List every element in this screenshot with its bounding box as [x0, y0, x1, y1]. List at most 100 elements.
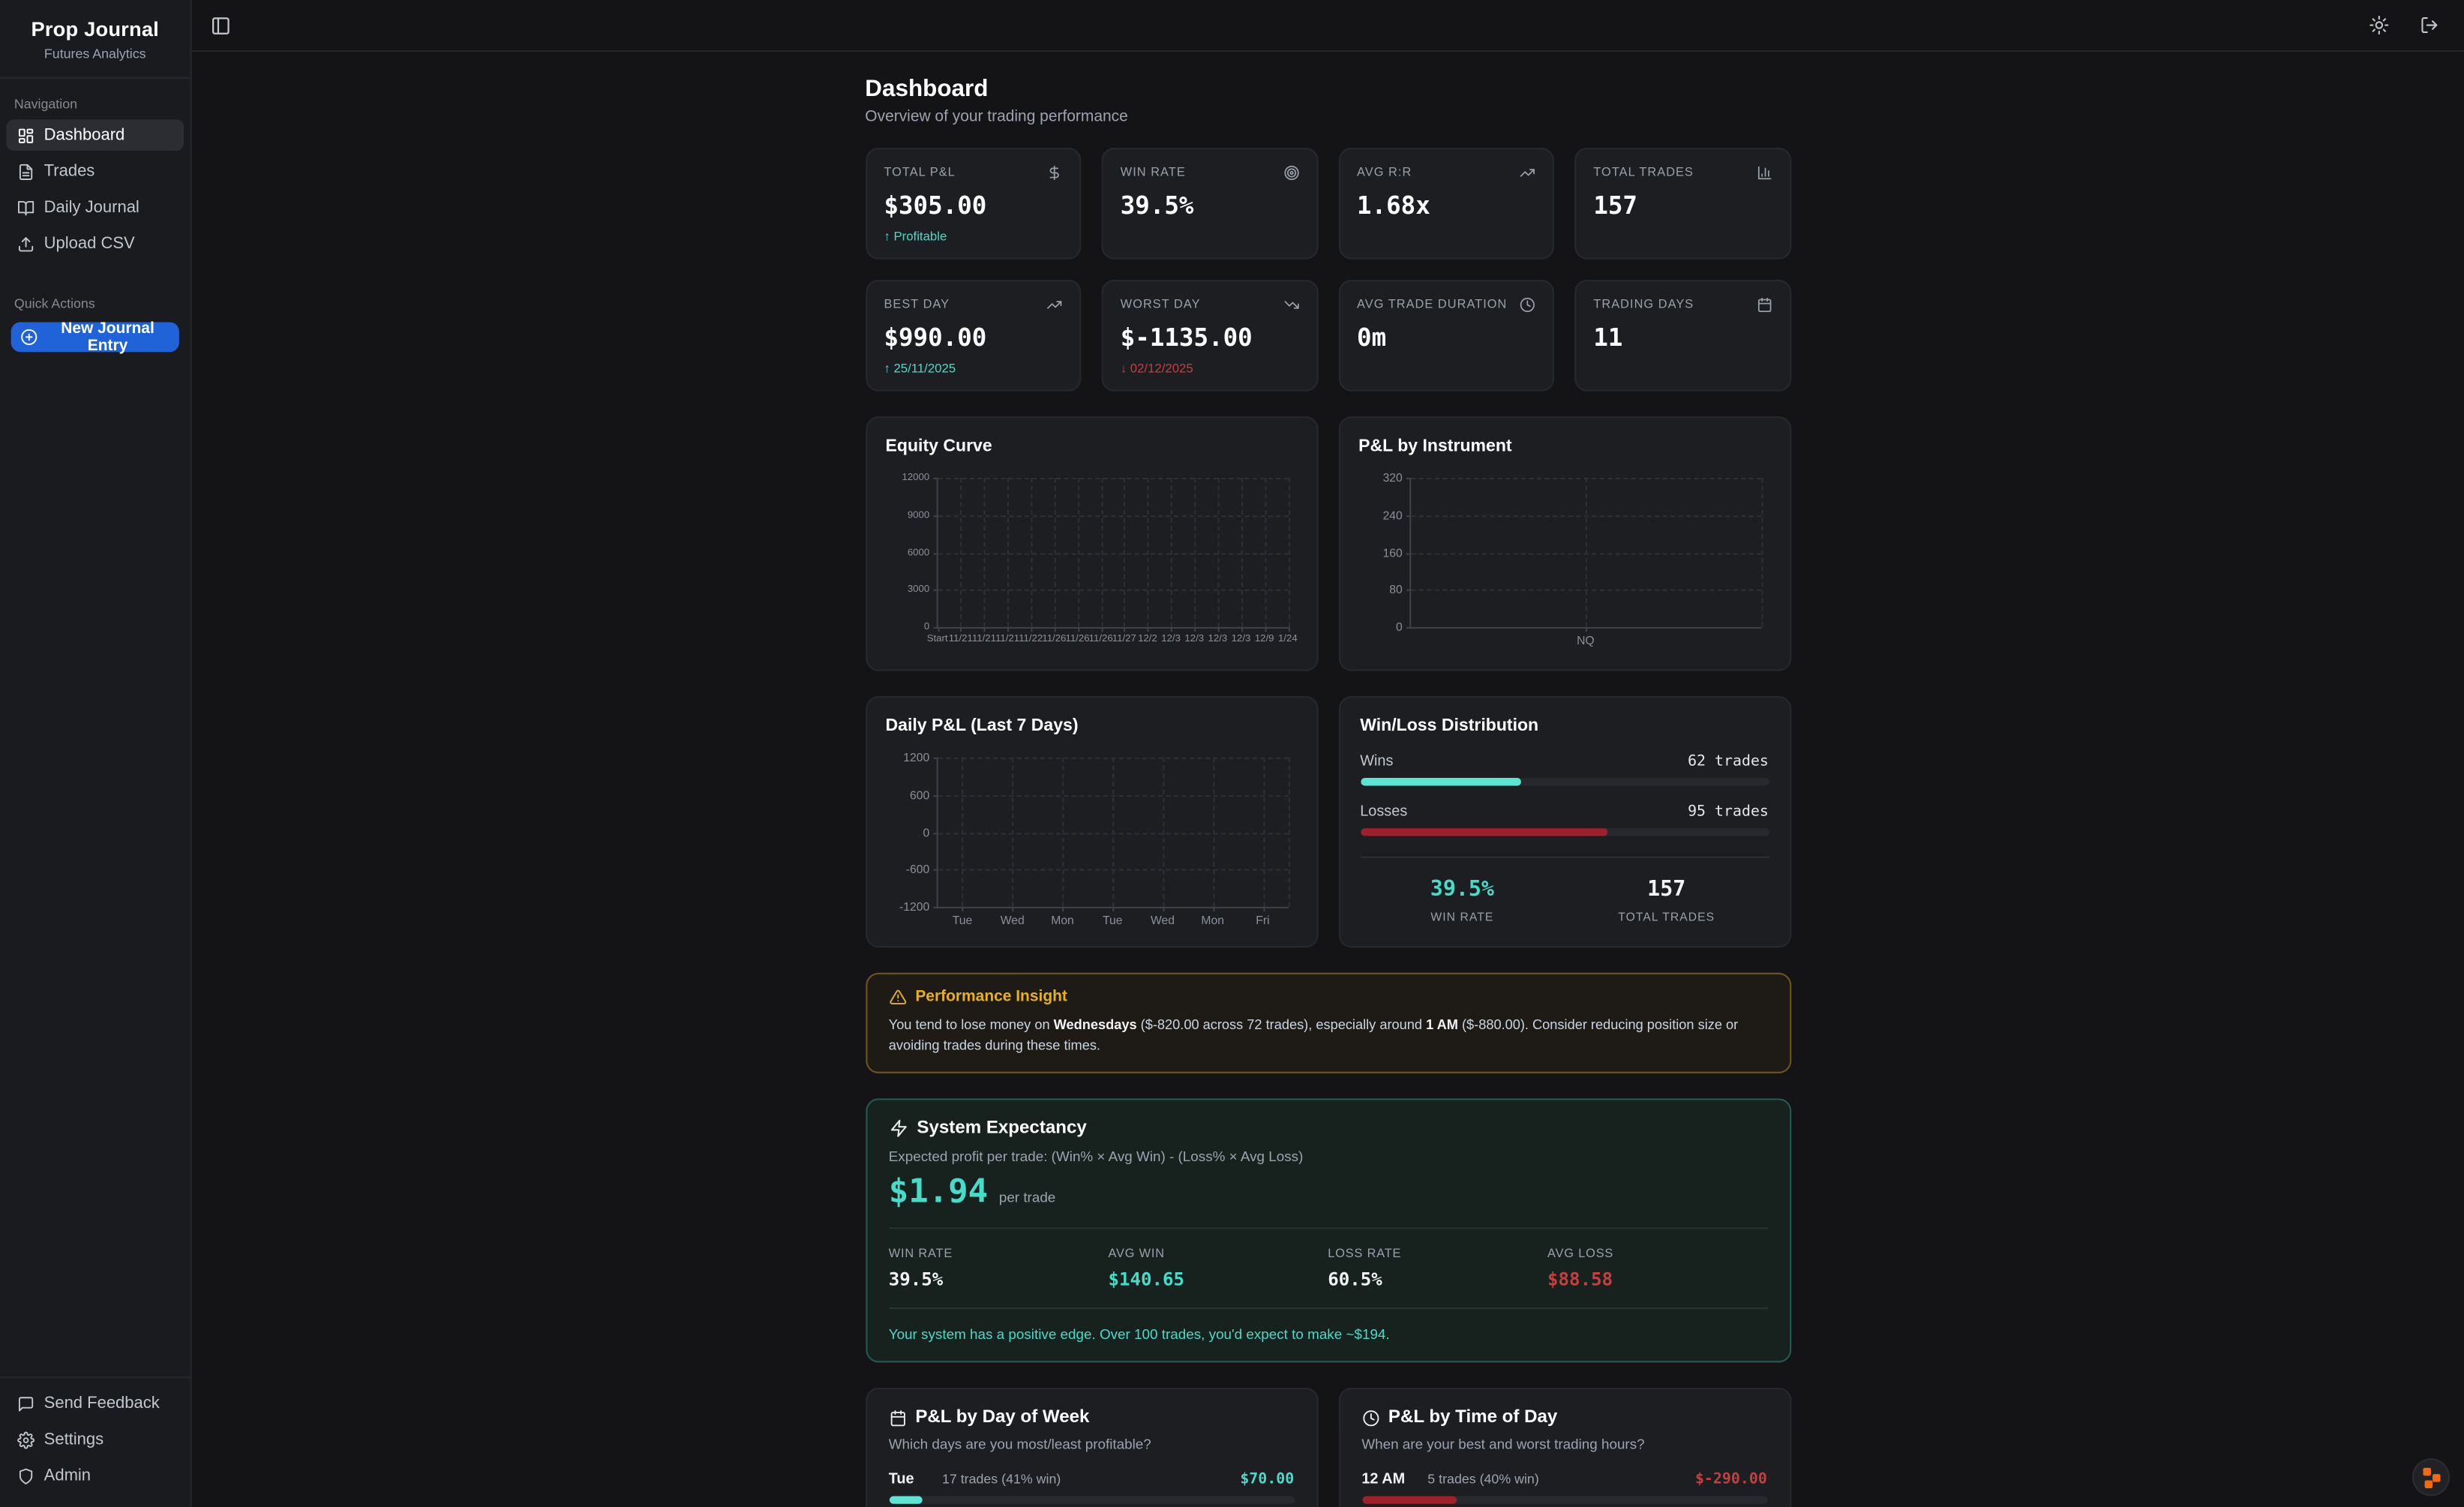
file-text-icon — [17, 163, 35, 180]
win-loss-distribution-card: Win/Loss Distribution Wins 62 trades Los… — [1338, 696, 1790, 947]
progress-bar — [1360, 828, 1769, 836]
stat-value: 157 — [1593, 192, 1772, 221]
app-title: Prop Journal — [13, 17, 178, 41]
quick-actions-label: Quick Actions — [6, 291, 184, 320]
y-tick-label: 3000 — [908, 584, 929, 596]
y-tick-label: 0 — [923, 825, 929, 839]
stat-sub: ↑ 25/11/2025 — [884, 362, 1062, 376]
sidebar-item-settings[interactable]: Settings — [6, 1424, 184, 1455]
x-tick-label: 12/3 — [1184, 633, 1204, 644]
stat-card-avg-trade-duration: AVG TRADE DURATION 0m — [1338, 280, 1554, 392]
win-loss-row-wins: Wins 62 trades — [1360, 753, 1769, 786]
expectancy-stats: WIN RATE 39.5% AVG WIN $140.65 LOSS RATE… — [889, 1247, 1767, 1291]
sidebar-item-dashboard[interactable]: Dashboard — [6, 119, 184, 151]
stat-card-total-trades: TOTAL TRADES 157 — [1574, 148, 1790, 260]
x-tick-label: Fri — [1256, 913, 1269, 927]
expectancy-stat-avg-win: AVG WIN $140.65 — [1108, 1247, 1328, 1291]
day-of-week-rows: Tue 17 trades (41% win) $70.00 Wed 72 tr… — [889, 1471, 1295, 1507]
summary-stat-win-rate: 39.5% WIN RATE — [1360, 877, 1564, 924]
stat-card-trading-days: TRADING DAYS 11 — [1574, 280, 1790, 392]
win-loss-rows: Wins 62 trades Losses 95 trades — [1360, 753, 1769, 836]
sidebar-nav-list: Dashboard Trades Daily Journal Upload CS… — [6, 119, 184, 259]
clock-icon — [1520, 297, 1535, 313]
day-of-week-subtitle: Which days are you most/least profitable… — [889, 1436, 1295, 1452]
panel-left-icon — [211, 15, 231, 35]
divider — [889, 1227, 1767, 1229]
app-subtitle: Futures Analytics — [13, 46, 178, 62]
stat-card-win-rate: WIN RATE 39.5% — [1102, 148, 1318, 260]
book-open-icon — [17, 199, 35, 216]
stats-row-1: TOTAL P&L $305.00 ↑ Profitable WIN RATE … — [865, 148, 1790, 260]
nav-section-label: Navigation — [6, 92, 184, 120]
x-tick-label: Wed — [1001, 913, 1025, 927]
stat-card-best-day: BEST DAY $990.00 ↑ 25/11/2025 — [865, 280, 1081, 392]
content-area: Dashboard Overview of your trading perfo… — [192, 52, 2464, 1507]
log-out-icon — [2420, 16, 2438, 35]
x-tick-label: 1/24 — [1278, 633, 1298, 644]
time-of-day-subtitle: When are your best and worst trading hou… — [1361, 1436, 1767, 1452]
new-journal-entry-button[interactable]: New Journal Entry — [11, 322, 179, 352]
message-square-icon — [17, 1394, 35, 1412]
trending-up-icon — [1046, 297, 1062, 313]
page-title: Dashboard — [865, 76, 1790, 103]
settings-icon — [17, 1430, 35, 1448]
x-tick-label: Mon — [1051, 913, 1074, 927]
page-subtitle: Overview of your trading performance — [865, 109, 1790, 126]
logout-button[interactable] — [2417, 13, 2442, 38]
progress-bar — [1361, 1496, 1767, 1504]
sidebar-item-daily-journal[interactable]: Daily Journal — [6, 192, 184, 224]
sidebar-item-upload-csv[interactable]: Upload CSV — [6, 228, 184, 260]
list-row-tue: Tue 17 trades (41% win) $70.00 — [889, 1471, 1295, 1504]
expectancy-note: Your system has a positive edge. Over 10… — [889, 1326, 1767, 1342]
equity-curve-chart: 030006000900012000Start11/2111/2111/2111… — [936, 478, 1288, 629]
sidebar-item-label: Upload CSV — [44, 234, 135, 253]
sidebar-item-label: Dashboard — [44, 126, 125, 145]
x-tick-label: 11/26 — [1042, 633, 1066, 644]
y-tick-label: 160 — [1383, 545, 1403, 560]
dollar-icon — [1046, 165, 1062, 181]
calendar-icon — [1756, 297, 1772, 313]
x-tick-label: Tue — [1103, 913, 1123, 927]
stat-sub: ↓ 02/12/2025 — [1121, 362, 1299, 376]
sidebar-toggle-button[interactable] — [208, 12, 235, 39]
sidebar-item-label: Trades — [44, 162, 95, 181]
expectancy-formula: Expected profit per trade: (Win% × Avg W… — [889, 1149, 1767, 1165]
target-icon — [1283, 165, 1299, 181]
sidebar-item-admin[interactable]: Admin — [6, 1460, 184, 1491]
app-window: Prop Journal Futures Analytics Navigatio… — [0, 0, 2464, 1507]
chart-title: Daily P&L (Last 7 Days) — [886, 716, 1298, 735]
stat-value: $-1135.00 — [1121, 324, 1299, 353]
dev-tools-badge[interactable] — [2414, 1460, 2448, 1494]
sidebar-item-label: Daily Journal — [44, 198, 140, 217]
theme-toggle-button[interactable] — [2366, 13, 2392, 38]
pl-by-time-of-day-card: P&L by Time of Day When are your best an… — [1338, 1388, 1790, 1507]
sidebar-footer-list: Send Feedback Settings Admin — [6, 1388, 184, 1491]
sidebar-item-trades[interactable]: Trades — [6, 155, 184, 187]
sidebar-item-label: Settings — [44, 1430, 104, 1448]
main-area: Dashboard Overview of your trading perfo… — [192, 0, 2464, 1507]
x-tick-label: 12/2 — [1138, 633, 1157, 644]
sidebar-item-send-feedback[interactable]: Send Feedback — [6, 1388, 184, 1419]
expectancy-stat-win-rate: WIN RATE 39.5% — [889, 1247, 1109, 1291]
y-tick-label: 320 — [1383, 470, 1403, 485]
summary-stat-total-trades: 157 TOTAL TRADES — [1565, 877, 1769, 924]
x-tick-label: 12/3 — [1161, 633, 1181, 644]
zap-icon — [889, 1119, 908, 1138]
progress-bar — [889, 1496, 1295, 1504]
chart-plot-area: 030006000900012000Start11/2111/2111/2111… — [936, 478, 1288, 629]
upload-icon — [17, 235, 35, 252]
expectancy-title: System Expectancy — [917, 1119, 1086, 1138]
trending-down-icon — [1283, 297, 1299, 313]
x-tick-label: 11/26 — [1065, 633, 1089, 644]
stat-value: $990.00 — [884, 324, 1062, 353]
stat-sub: ↑ Profitable — [884, 230, 1062, 244]
system-expectancy-card: System Expectancy Expected profit per tr… — [865, 1099, 1790, 1363]
sidebar-quick-actions: Quick Actions New Journal Entry — [0, 278, 190, 352]
sun-icon — [2369, 16, 2388, 35]
divider — [889, 1307, 1767, 1309]
layout-dashboard-icon — [17, 127, 35, 144]
x-tick-label: 12/3 — [1208, 633, 1228, 644]
sidebar: Prop Journal Futures Analytics Navigatio… — [0, 0, 192, 1507]
x-tick-label: 11/21 — [995, 633, 1019, 644]
y-tick-label: -600 — [906, 863, 929, 877]
